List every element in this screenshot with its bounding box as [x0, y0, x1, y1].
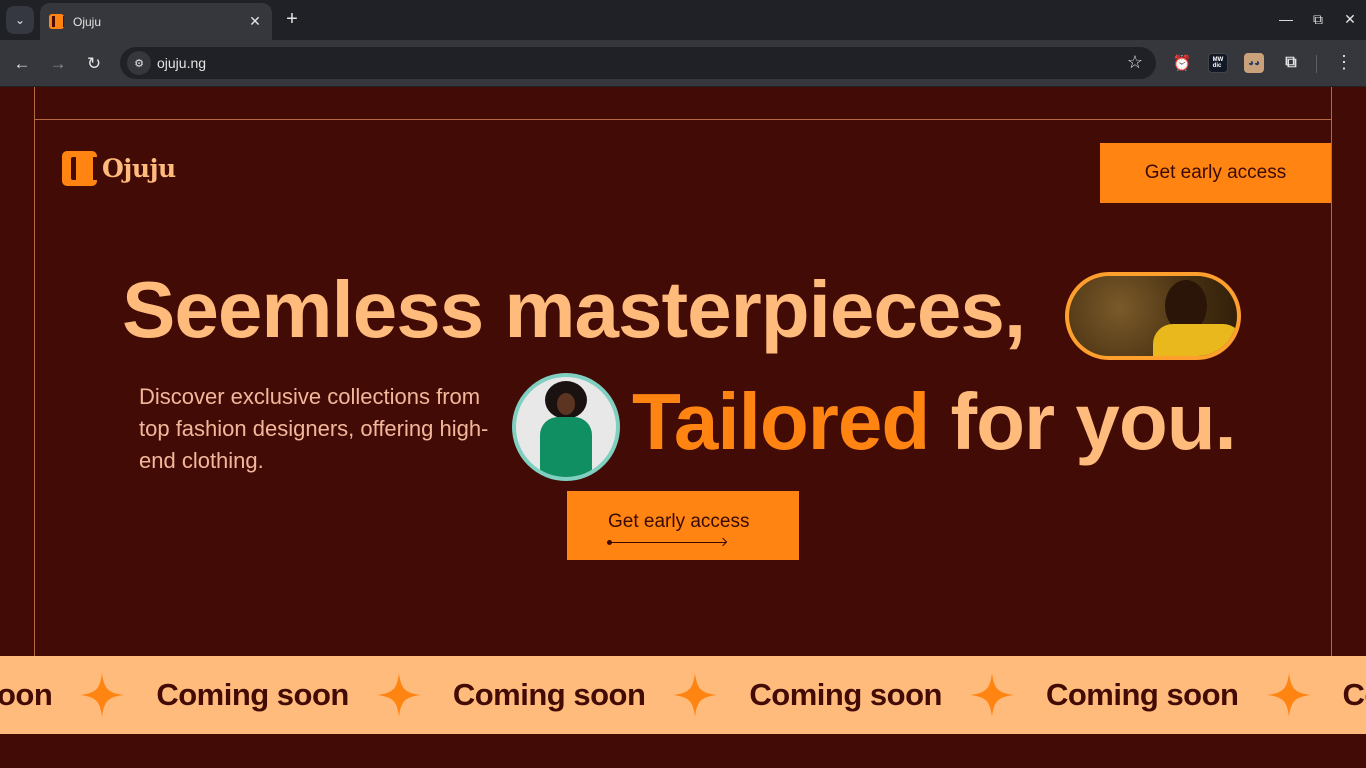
- new-tab-icon[interactable]: +: [280, 8, 304, 32]
- sparkle-star-icon: [969, 673, 1014, 717]
- url-text[interactable]: ojuju.ng: [157, 55, 206, 71]
- model-yellow-shirt: [1153, 324, 1237, 356]
- browser-tab-bar: ⌄ Ojuju ✕ + — ⧉ ✕: [0, 0, 1366, 40]
- model-photo-circle: [512, 373, 620, 481]
- forward-icon[interactable]: →: [44, 50, 72, 78]
- face-extension-icon[interactable]: ◕◕: [1244, 53, 1264, 73]
- browser-tab[interactable]: Ojuju ✕: [40, 3, 272, 40]
- hero-headline-line1: Seemless masterpieces,: [122, 265, 1026, 354]
- headline-rest: for you.: [929, 377, 1236, 466]
- frame-divider-left: [34, 87, 35, 656]
- minimize-icon[interactable]: —: [1272, 6, 1300, 32]
- menu-kebab-icon[interactable]: ⋮: [1334, 52, 1354, 73]
- ojuju-logo[interactable]: Ojuju: [62, 151, 176, 186]
- address-bar[interactable]: ⚙ ojuju.ng ☆: [120, 47, 1156, 79]
- marquee-track: oon Coming soon Coming soon Coming soon Comi…: [0, 656, 1366, 734]
- frame-divider-right: [1331, 87, 1332, 656]
- sparkle-star-icon: [80, 673, 125, 717]
- header-get-early-access-button[interactable]: Get early access: [1100, 143, 1331, 203]
- sparkle-star-icon: [376, 673, 421, 717]
- marquee-text: Coming so: [1342, 677, 1366, 712]
- merriam-webster-extension-icon[interactable]: MW dic: [1208, 53, 1228, 73]
- bookmark-star-icon[interactable]: ☆: [1127, 52, 1143, 73]
- tab-title: Ojuju: [73, 14, 102, 29]
- marquee-text: Coming soon: [156, 677, 349, 712]
- marquee-text: Coming soon: [452, 677, 646, 712]
- model-green-outfit: [540, 417, 592, 477]
- model-photo-pill: [1065, 272, 1241, 360]
- hero-subtext: Discover exclusive collections from top …: [139, 384, 489, 473]
- window-close-icon[interactable]: ✕: [1336, 6, 1364, 32]
- back-icon[interactable]: ←: [8, 50, 36, 78]
- hero-headline-line2: Tailored for you.: [632, 377, 1237, 467]
- tab-search-icon[interactable]: ⌄: [6, 6, 34, 34]
- logo-text: Ojuju: [102, 154, 176, 183]
- frame-divider-top: [34, 119, 1332, 120]
- hero-cta-label: Get early access: [608, 511, 750, 532]
- arrow-right-icon: [607, 540, 726, 545]
- marquee-text: Coming soon: [749, 677, 942, 712]
- sparkle-star-icon: [673, 673, 718, 717]
- restore-icon[interactable]: ⧉: [1304, 6, 1332, 32]
- sparkle-star-icon: [1266, 673, 1311, 717]
- model-face: [557, 393, 575, 415]
- reload-icon[interactable]: ↻: [80, 50, 108, 78]
- close-icon[interactable]: ✕: [246, 12, 264, 30]
- ojuju-favicon-icon: [49, 14, 64, 29]
- marquee-text: oon: [0, 677, 53, 712]
- site-info-icon[interactable]: ⚙: [127, 51, 151, 75]
- ojuju-landing-page: Ojuju Get early access Seemless masterpi…: [0, 87, 1366, 768]
- logo-mark-icon: [62, 151, 98, 186]
- marquee-bottom-border: [0, 734, 1366, 740]
- headline-accent-word: Tailored: [632, 377, 930, 466]
- toolbar-divider: [1316, 55, 1317, 73]
- alarm-extension-icon[interactable]: ⏰: [1172, 53, 1192, 73]
- extensions-puzzle-icon[interactable]: ⧉: [1281, 53, 1301, 73]
- browser-toolbar: ← → ↻ ⚙ ojuju.ng ☆ ⏰ MW dic ◕◕ ⧉ ⋮: [0, 40, 1366, 87]
- coming-soon-marquee: oon Coming soon Coming soon Coming soon Comi…: [0, 656, 1366, 734]
- marquee-text: Coming soon: [1045, 677, 1239, 712]
- hero-get-early-access-button[interactable]: Get early access: [567, 491, 799, 560]
